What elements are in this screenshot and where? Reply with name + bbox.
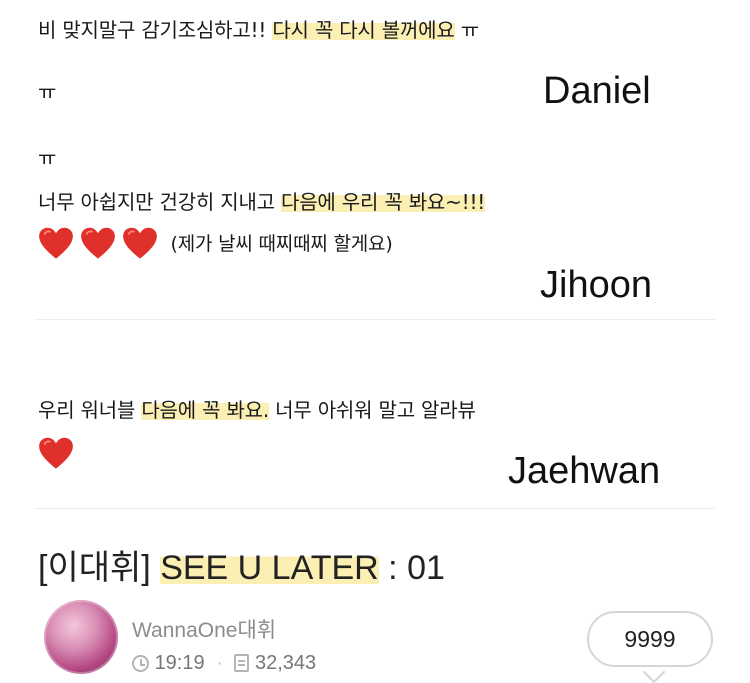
meta-separator: ·	[216, 652, 223, 674]
comment-jaehwan-line2	[38, 436, 74, 472]
signature-jaehwan: Jaehwan	[508, 450, 661, 492]
post-author[interactable]: WannaOne대휘	[132, 614, 276, 644]
comment-jihoon-line1: 너무 아쉽지만 건강히 지내고 다음에 우리 꼭 봐요~!!!	[38, 186, 485, 215]
document-icon	[234, 654, 250, 672]
comment-text: 우리 워너블	[38, 398, 142, 422]
comment-daniel-line1: 비 맞지말구 감기조심하고!! 다시 꼭 다시 볼꺼에요 ㅠ	[38, 14, 479, 43]
heart-icon	[38, 436, 74, 472]
comment-highlight: 다시 꼭 다시 볼꺼에요	[272, 18, 455, 42]
post-title-suffix: : 01	[378, 549, 445, 587]
avatar[interactable]	[44, 600, 118, 674]
heart-icon	[80, 226, 116, 262]
comment-jaehwan-line1: 우리 워너블 다음에 꼭 봐요. 너무 아쉬워 말고 알라뷰	[38, 394, 476, 423]
post-title-prefix: [이대휘]	[38, 549, 161, 587]
comment-text: 비 맞지말구 감기조심하고!!	[38, 18, 273, 42]
comment-jihoon-line0: ㅠ	[38, 146, 57, 170]
post-title-highlight: SEE U LATER	[160, 549, 379, 587]
post-title[interactable]: [이대휘] SEE U LATER : 01	[38, 540, 445, 589]
comment-text: 너무 아쉬워 말고 알라뷰	[269, 398, 476, 422]
comment-highlight: 다음에 꼭 봐요.	[141, 398, 270, 422]
heart-icon	[38, 226, 74, 262]
signature-daniel: Daniel	[543, 70, 651, 112]
comment-count-button[interactable]: 9999	[587, 611, 713, 667]
comment-jihoon-line2: (제가 날씨 때찌때찌 할게요)	[38, 226, 393, 262]
heart-icon	[122, 226, 158, 262]
clock-icon	[132, 655, 149, 672]
section-divider	[34, 508, 716, 509]
comment-daniel-line2: ㅠ	[38, 80, 57, 104]
comment-text: (제가 날씨 때찌때찌 할게요)	[170, 232, 393, 255]
post-time: 19:19	[154, 652, 205, 674]
signature-jihoon: Jihoon	[540, 264, 652, 306]
comment-text: 너무 아쉽지만 건강히 지내고	[38, 190, 282, 214]
comment-text: ㅠ	[454, 18, 479, 42]
post-views: 32,343	[254, 652, 317, 674]
comment-divider	[34, 319, 716, 320]
post-meta: 19:19 · 32,343	[132, 652, 316, 675]
comment-highlight: 다음에 우리 꼭 봐요~!!!	[281, 190, 486, 214]
